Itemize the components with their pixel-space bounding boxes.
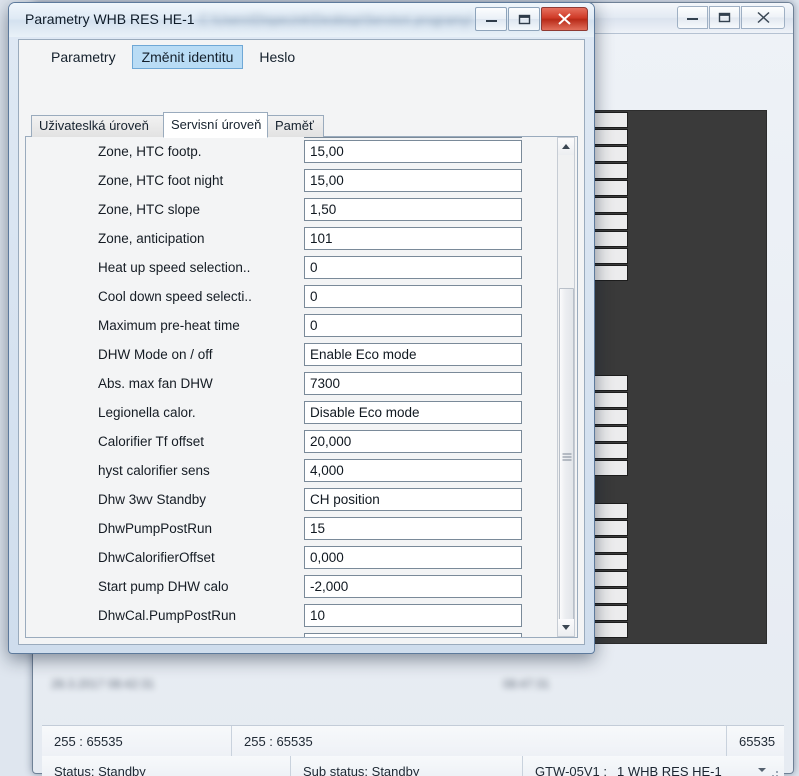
dialog-title: Parametry WHB RES HE-1 <box>25 11 195 27</box>
parameter-value-input[interactable]: 1,50 <box>304 198 522 221</box>
parameter-label: Dhw 3wv Standby <box>98 492 207 507</box>
gateway-label: GTW-05V1 : <box>535 763 608 776</box>
partial-field-above <box>304 137 522 138</box>
parameter-label: Calorifier Tf offset <box>98 434 205 449</box>
device-status-bar: Status: Standby Sub status: Standby GTW-… <box>42 756 784 776</box>
parameter-row: Start pump DHW calo -2,000 <box>26 575 577 604</box>
parameter-row: Zone, HTC foot night 15,00 <box>26 169 577 198</box>
dialog-title-blurred-path: C:\Users\Dispecink\Desktop\Servisni prog… <box>199 12 473 27</box>
parameter-value-input[interactable]: -2,000 <box>304 575 522 598</box>
sub-status-text: Sub status: Standby <box>291 756 523 776</box>
parameter-row: Legionella calor. Disable Eco mode <box>26 401 577 430</box>
parameter-label: hyst calorifier sens <box>98 463 210 478</box>
device-select-value: 1 WHB RES HE-1 <box>617 763 722 776</box>
maximize-button[interactable] <box>508 7 540 31</box>
parameter-label: Start pump DHW calo <box>98 579 229 594</box>
parameter-value-input[interactable]: 15 <box>304 517 522 540</box>
menu-item-0[interactable]: Parametry <box>41 45 126 69</box>
parameter-label: Zone, HTC foot night <box>98 173 224 188</box>
parameter-value-input[interactable]: CH position <box>304 488 522 511</box>
parameter-value-input[interactable]: 0 <box>304 285 522 308</box>
parameter-value-input[interactable]: 101 <box>304 227 522 250</box>
parameter-value-input[interactable]: 0,000 <box>304 546 522 569</box>
counter-cell-1: 255 : 65535 <box>42 726 232 756</box>
tab-1[interactable]: Servisní úroveň <box>163 112 268 138</box>
blurred-timestamp-right: 08:47:31 <box>503 677 550 691</box>
close-button[interactable] <box>741 6 785 29</box>
device-select-combo[interactable]: 1 WHB RES HE-1 <box>607 756 784 776</box>
parameter-label: Fan RPM Max CH <box>98 637 208 638</box>
status-text: Status: Standby <box>42 756 291 776</box>
menu-item-1[interactable]: Změnit identitu <box>131 45 244 69</box>
parameter-row: Fan RPM Max CH 6200 <box>26 633 577 638</box>
tab-0[interactable]: Uživateslká úroveň <box>31 115 164 137</box>
close-button[interactable] <box>541 7 588 31</box>
parameter-row: hyst calorifier sens 4,000 <box>26 459 577 488</box>
tab-2[interactable]: Paměť <box>267 115 324 137</box>
parameter-label: Heat up speed selection.. <box>98 260 251 275</box>
background-window-controls <box>677 6 785 29</box>
chevron-down-icon <box>758 768 766 772</box>
parameter-label: Maximum pre-heat time <box>98 318 240 333</box>
parameter-label: Abs. max fan DHW <box>98 376 213 391</box>
parameter-value-input[interactable]: 10 <box>304 604 522 627</box>
menu-item-2[interactable]: Heslo <box>249 45 305 69</box>
counter-status-bar: 255 : 65535 255 : 65535 65535 <box>42 725 784 757</box>
maximize-button[interactable] <box>709 6 740 29</box>
parameter-value-input[interactable]: 7300 <box>304 372 522 395</box>
parameter-label: DhwCal.PumpPostRun <box>98 608 237 623</box>
level-tabstrip: Uživateslká úroveň Servisní úroveň Paměť <box>25 112 584 138</box>
parameter-value-input[interactable]: Disable Eco mode <box>304 401 522 424</box>
parameter-row: Zone, HTC slope 1,50 <box>26 198 577 227</box>
parameter-dialog: Parametry WHB RES HE-1 C:\Users\Dispecin… <box>8 2 595 654</box>
parameter-label: Legionella calor. <box>98 405 196 420</box>
parameter-row: DhwCalorifierOffset 0,000 <box>26 546 577 575</box>
parameter-value-input[interactable]: 6200 <box>304 633 522 637</box>
parameter-row: DhwCal.PumpPostRun 10 <box>26 604 577 633</box>
parameter-row: Calorifier Tf offset 20,000 <box>26 430 577 459</box>
parameter-row: Dhw 3wv Standby CH position <box>26 488 577 517</box>
parameter-label: Cool down speed selecti.. <box>98 289 252 304</box>
parameter-label: DhwCalorifierOffset <box>98 550 215 565</box>
parameter-row: Heat up speed selection.. 0 <box>26 256 577 285</box>
parameter-label: Zone, anticipation <box>98 231 205 246</box>
minimize-button[interactable] <box>677 6 708 29</box>
parameter-row: DHW Mode on / off Enable Eco mode <box>26 343 577 372</box>
dialog-titlebar[interactable]: Parametry WHB RES HE-1 C:\Users\Dispecin… <box>9 3 594 37</box>
parameter-row: Cool down speed selecti.. 0 <box>26 285 577 314</box>
parameter-row: Maximum pre-heat time 0 <box>26 314 577 343</box>
parameter-label: DhwPumpPostRun <box>98 521 213 536</box>
dialog-content: Parametry Změnit identitu Heslo Uživateslk… <box>18 39 585 645</box>
minimize-button[interactable] <box>475 7 507 31</box>
screen: st 28.3.2… 48,10052,100…ture 2 [°C]-25,0… <box>0 0 799 776</box>
resize-grip-icon[interactable] <box>768 771 780 776</box>
parameter-value-input[interactable]: 15,00 <box>304 140 522 163</box>
blurred-timestamp-left: 28.3.2017 08:42:31 <box>51 677 155 691</box>
parameter-row: Zone, anticipation 101 <box>26 227 577 256</box>
blurred-timestamp-row: 28.3.2017 08:42:31 08:47:31 <box>51 677 799 691</box>
parameter-list: Zone, HTC footp. 15,00 Zone, HTC foot nigh… <box>25 137 578 638</box>
counter-cell-3: 65535 <box>739 733 776 749</box>
counter-cell-2: 255 : 65535 <box>232 726 727 756</box>
parameter-label: Zone, HTC slope <box>98 202 201 217</box>
parameter-row: Zone, HTC footp. 15,00 <box>26 140 577 169</box>
parameter-row: Abs. max fan DHW 7300 <box>26 372 577 401</box>
parameter-value-input[interactable]: Enable Eco mode <box>304 343 522 366</box>
parameter-value-input[interactable]: 0 <box>304 314 522 337</box>
parameter-label: DHW Mode on / off <box>98 347 213 362</box>
parameter-value-input[interactable]: 4,000 <box>304 459 522 482</box>
parameter-row: DhwPumpPostRun 15 <box>26 517 577 546</box>
dialog-menubar: Parametry Změnit identitu Heslo <box>19 40 584 74</box>
dialog-window-controls <box>475 7 588 31</box>
parameter-value-input[interactable]: 15,00 <box>304 169 522 192</box>
parameter-label: Zone, HTC footp. <box>98 144 202 159</box>
parameter-value-input[interactable]: 0 <box>304 256 522 279</box>
parameter-value-input[interactable]: 20,000 <box>304 430 522 453</box>
